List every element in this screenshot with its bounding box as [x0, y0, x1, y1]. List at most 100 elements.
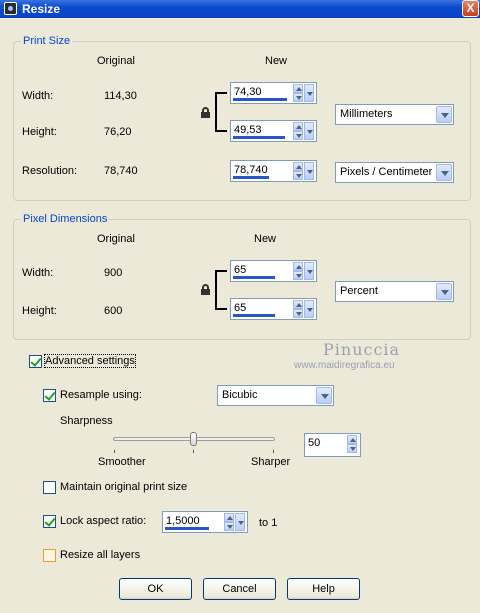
resample-checkbox[interactable] [43, 389, 56, 402]
sharpness-down-arrow-icon[interactable] [347, 444, 357, 453]
print-bracket-top-tick [221, 92, 227, 94]
resolution-down-arrow-icon[interactable] [293, 171, 303, 180]
watermark-name: Pinuccia [323, 340, 401, 359]
print-size-title: Print Size [21, 35, 73, 47]
aspect-ratio-spinner[interactable]: 1,5000 [162, 511, 248, 533]
resolution-units-select[interactable]: Pixels / Centimeter [335, 162, 454, 183]
aspect-down-arrow-icon[interactable] [224, 522, 234, 531]
advanced-settings-label[interactable]: Advanced settings [44, 354, 136, 368]
resolution-bar [233, 176, 269, 179]
print-width-bar [233, 98, 287, 101]
pixel-aspect-bracket [215, 270, 223, 310]
resample-method-select[interactable]: Bicubic [217, 385, 334, 406]
aspect-ratio-bar [165, 527, 209, 530]
pixel-dimensions-title: Pixel Dimensions [21, 213, 110, 225]
sharpness-spinner[interactable]: 50 [304, 433, 361, 457]
aspect-up-arrow-icon[interactable] [224, 513, 234, 522]
resample-method-dropdown-icon[interactable] [316, 387, 332, 404]
slider-tick-mid [193, 450, 194, 453]
print-width-original: 114,30 [104, 90, 137, 102]
watermark-url: www.maidiregrafica.eu [294, 360, 395, 371]
pixel-height-spinner[interactable]: 65 [230, 298, 317, 320]
pixel-height-dropdown-icon[interactable] [304, 300, 314, 318]
pixel-height-original: 600 [104, 305, 123, 317]
print-bracket-bottom-tick [221, 130, 227, 132]
print-units-dropdown-icon[interactable] [436, 106, 452, 123]
resolution-units-value: Pixels / Centimeter [340, 166, 433, 178]
resolution-units-dropdown-icon[interactable] [436, 164, 452, 181]
pixel-height-up-arrow-icon[interactable] [293, 300, 303, 309]
sharper-label: Sharper [251, 456, 291, 468]
lock-aspect-label[interactable]: Lock aspect ratio: [60, 515, 146, 527]
sharpness-value: 50 [308, 437, 321, 449]
pixel-width-bar [233, 276, 275, 279]
print-height-down-arrow-icon[interactable] [293, 131, 303, 140]
ok-button[interactable]: OK [119, 578, 192, 600]
pixel-width-spinner[interactable]: 65 [230, 260, 317, 282]
slider-tick-min [114, 450, 115, 453]
pixel-width-value: 65 [234, 264, 247, 276]
sharpness-label: Sharpness [60, 415, 113, 427]
print-height-up-arrow-icon[interactable] [293, 122, 303, 131]
print-width-value: 74,30 [234, 86, 262, 98]
pixel-width-up-arrow-icon[interactable] [293, 262, 303, 271]
pixel-units-select[interactable]: Percent [335, 281, 454, 302]
pixel-bracket-bottom-tick [221, 308, 227, 310]
sharpness-slider-thumb[interactable] [190, 432, 197, 446]
pixel-units-dropdown-icon[interactable] [436, 283, 452, 300]
smoother-label: Smoother [98, 456, 146, 468]
print-height-original: 76,20 [104, 126, 132, 138]
pixel-units-value: Percent [340, 285, 378, 297]
print-width-up-arrow-icon[interactable] [293, 84, 303, 93]
print-width-down-arrow-icon[interactable] [293, 93, 303, 102]
print-lock-icon[interactable] [201, 107, 210, 118]
help-button[interactable]: Help [287, 578, 360, 600]
print-aspect-bracket [215, 92, 223, 132]
resolution-value: 78,740 [234, 164, 268, 176]
pixel-original-header: Original [97, 233, 135, 245]
print-height-dropdown-icon[interactable] [304, 122, 314, 140]
pixel-height-value: 65 [234, 302, 247, 314]
resolution-label: Resolution: [22, 165, 78, 177]
print-original-header: Original [97, 55, 135, 67]
print-width-spinner[interactable]: 74,30 [230, 82, 317, 104]
advanced-settings-checkbox[interactable] [29, 355, 42, 368]
pixel-width-dropdown-icon[interactable] [304, 262, 314, 280]
resize-all-layers-label[interactable]: Resize all layers [60, 549, 140, 561]
print-width-dropdown-icon[interactable] [304, 84, 314, 102]
pixel-width-down-arrow-icon[interactable] [293, 271, 303, 280]
print-units-select[interactable]: Millimeters [335, 104, 454, 125]
resample-method-value: Bicubic [222, 389, 258, 401]
print-units-value: Millimeters [340, 108, 393, 120]
print-height-value: 49,53 [234, 124, 262, 136]
pixel-height-down-arrow-icon[interactable] [293, 309, 303, 318]
resolution-spinner[interactable]: 78,740 [230, 160, 317, 182]
pixel-height-label: Height: [22, 305, 57, 317]
pixel-lock-icon[interactable] [201, 284, 210, 295]
resize-all-layers-checkbox[interactable] [43, 549, 56, 562]
pixel-width-label: Width: [22, 267, 54, 279]
cancel-button[interactable]: Cancel [203, 578, 276, 600]
print-height-label: Height: [22, 126, 57, 138]
resolution-dropdown-icon[interactable] [304, 162, 314, 180]
close-button[interactable]: X [462, 0, 479, 17]
lock-aspect-checkbox[interactable] [43, 515, 56, 528]
aspect-dropdown-icon[interactable] [235, 513, 245, 531]
print-height-bar [233, 136, 285, 139]
slider-tick-max [273, 450, 274, 453]
pixel-height-bar [233, 314, 275, 317]
resolution-up-arrow-icon[interactable] [293, 162, 303, 171]
print-height-spinner[interactable]: 49,53 [230, 120, 317, 142]
print-width-label: Width: [22, 90, 54, 102]
pixel-width-original: 900 [104, 267, 123, 279]
app-icon [4, 2, 17, 15]
aspect-ratio-value: 1,5000 [166, 515, 200, 527]
maintain-print-size-label[interactable]: Maintain original print size [60, 481, 187, 493]
title-bar[interactable]: Resize X [0, 0, 480, 18]
window-title: Resize [22, 2, 61, 16]
aspect-suffix: to 1 [259, 517, 278, 529]
maintain-print-size-checkbox[interactable] [43, 481, 56, 494]
resample-label[interactable]: Resample using: [60, 389, 142, 401]
sharpness-up-arrow-icon[interactable] [347, 435, 357, 444]
pixel-new-header: New [254, 233, 277, 245]
